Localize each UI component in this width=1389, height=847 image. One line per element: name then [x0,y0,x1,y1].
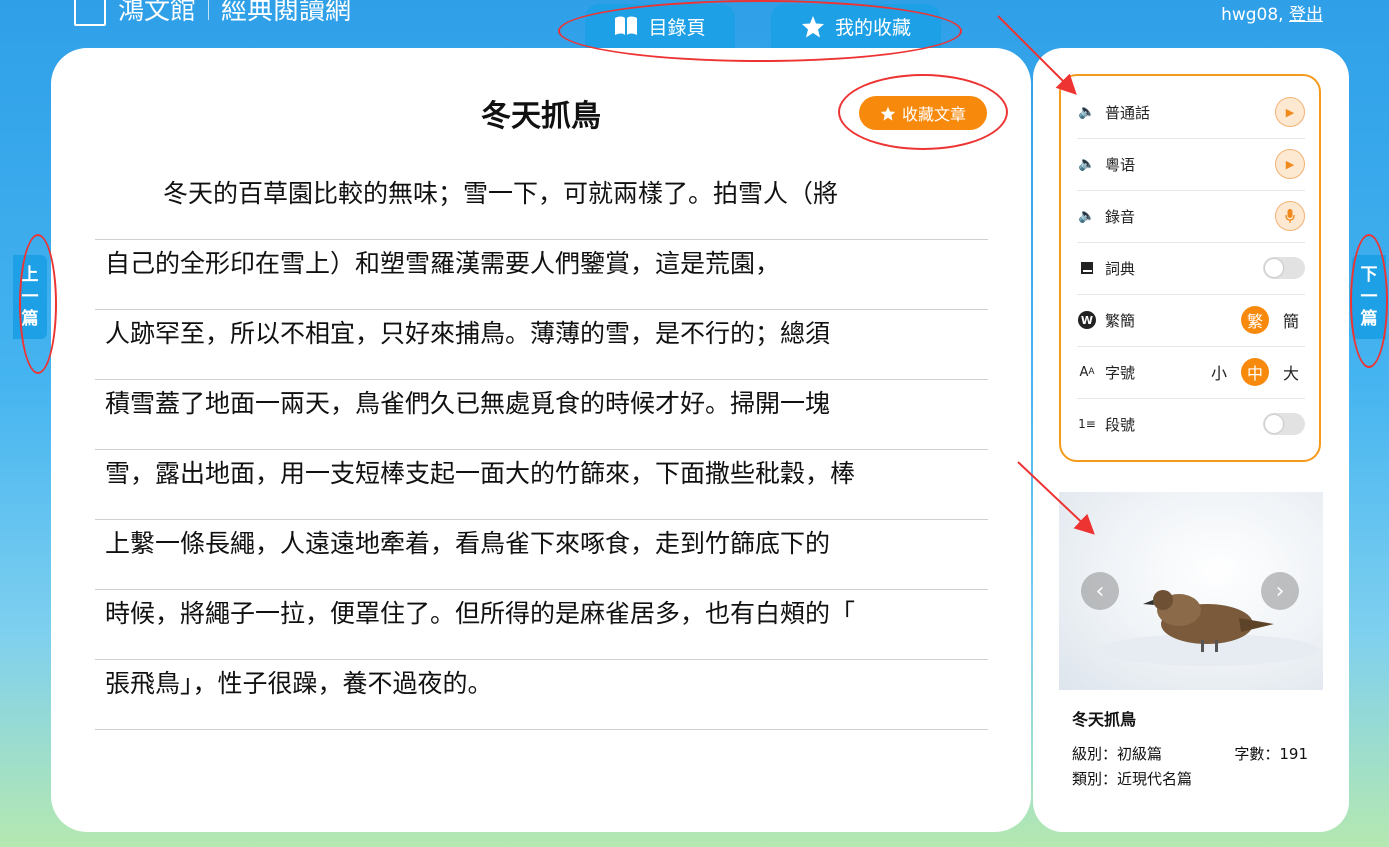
logo-icon [74,0,106,26]
dictionary-label: 詞典 [1105,259,1136,278]
star-icon [880,106,896,121]
cantonese-row: 🔈 粵语 ▶ [1077,138,1305,191]
mandarin-label: 普通話 [1105,103,1151,122]
next-char-3: 篇 [1360,309,1378,329]
toggle-knob [1265,259,1283,277]
traditional-option[interactable]: 繁 [1241,306,1269,334]
dictionary-icon [1077,261,1097,275]
next-char-2: 一 [1360,287,1378,307]
microphone-icon [1285,209,1295,223]
paragraph-number-toggle[interactable] [1263,413,1305,435]
cantonese-play-button[interactable]: ▶ [1275,149,1305,179]
article-line: 上繫一條長繩，人遠遠地牽着，看鳥雀下來啄食，走到竹篩底下的 [95,520,988,590]
next-char-1: 下 [1360,265,1378,285]
next-article-button[interactable]: 下 一 篇 [1352,255,1386,339]
font-size-label: 字號 [1105,363,1136,382]
toggle-knob [1265,415,1283,433]
article-line: 時候，將繩子一拉，便罩住了。但所得的是麻雀居多，也有白頰的「 [95,590,988,660]
article-info: 冬天抓鳥 級別：初級篇 字數：191 類別：近現代名篇 [1072,706,1322,792]
article-line: 人跡罕至，所以不相宜，只好來捕鳥。薄薄的雪，是不行的；總須 [95,310,988,380]
font-size-row: AA 字號 小 中 大 [1077,346,1305,399]
dictionary-row: 詞典 [1077,242,1305,295]
svg-text:W: W [1081,314,1093,327]
info-word-count: 字數：191 [1234,745,1308,763]
speaker-icon: 🔈 [1078,156,1096,172]
prev-char-1: 上 [21,265,39,285]
speaker-icon: 🔈 [1078,104,1096,120]
username: hwg08, [1221,5,1284,25]
favorites-tab-label: 我的收藏 [834,16,911,39]
carousel-prev-button[interactable]: ‹ [1081,572,1119,610]
article-body: 冬天的百草園比較的無味；雪一下，可就兩樣了。拍雪人（將 自己的全形印在雪上）和塑… [95,170,988,730]
recording-label: 錄音 [1105,207,1136,226]
cantonese-label: 粵语 [1105,155,1136,174]
article-card: 冬天抓鳥 收藏文章 冬天的百草園比較的無味；雪一下，可就兩樣了。拍雪人（將 自己… [51,48,1031,832]
contents-tab[interactable]: 目錄頁 [585,4,735,48]
prev-char-2: 一 [21,287,39,307]
collect-article-button[interactable]: 收藏文章 [859,96,987,130]
paragraph-number-label: 段號 [1105,415,1136,434]
book-icon [615,16,638,35]
font-size-small[interactable]: 小 [1205,358,1233,386]
numbered-list-icon: 1≡ [1078,417,1096,431]
brand-tagline: 經典閱讀網 [221,0,352,26]
brand-divider [208,0,210,20]
simplified-option[interactable]: 簡 [1277,306,1305,334]
favorites-tab[interactable]: 我的收藏 [771,4,941,48]
info-level: 級別：初級篇 [1072,745,1163,763]
star-icon [801,15,824,37]
script-label: 繁簡 [1105,311,1136,330]
user-area: hwg08, 登出 [1221,0,1323,25]
speaker-icon: 🔈 [1078,208,1096,224]
brand-name: 鴻文館 [118,0,197,26]
article-line: 積雪蓋了地面一兩天，鳥雀們久已無處覓食的時候才好。掃開一塊 [95,380,988,450]
mandarin-row: 🔈 普通話 ▶ [1077,86,1305,139]
article-line: 張飛鳥」，性子很躁，養不過夜的。 [95,660,988,730]
previous-article-button[interactable]: 上 一 篇 [13,255,47,339]
article-line: 冬天的百草園比較的無味；雪一下，可就兩樣了。拍雪人（將 [95,170,988,240]
info-meta-row: 類別：近現代名篇 [1072,767,1322,792]
info-title: 冬天抓鳥 [1072,710,1137,729]
paragraph-number-row: 1≡ 段號 [1077,398,1305,450]
mandarin-play-button[interactable]: ▶ [1275,97,1305,127]
dictionary-toggle[interactable] [1263,257,1305,279]
prev-char-3: 篇 [21,309,39,329]
logout-link[interactable]: 登出 [1289,5,1323,25]
reading-settings-panel: 🔈 普通話 ▶ 🔈 粵语 ▶ 🔈 錄音 詞典 W 繁簡 繁 簡 A A 字號 小… [1059,74,1321,462]
site-brand: 鴻文館 經典閱讀網 [74,0,351,27]
info-meta-row: 級別：初級篇 字數：191 [1072,742,1322,767]
carousel-next-button[interactable]: › [1261,572,1299,610]
script-row: W 繁簡 繁 簡 [1077,294,1305,347]
font-size-icon: AA [1079,364,1095,380]
article-line: 雪，露出地面，用一支短棒支起一面大的竹篩來，下面撒些秕穀，棒 [95,450,988,520]
article-image-carousel: ‹ › [1059,492,1323,690]
recording-row: 🔈 錄音 [1077,190,1305,243]
font-size-large[interactable]: 大 [1277,358,1305,386]
microphone-button[interactable] [1275,201,1305,231]
info-category: 類別：近現代名篇 [1072,770,1193,788]
script-icon: W [1077,311,1097,329]
collect-article-label: 收藏文章 [901,105,966,124]
article-line: 自己的全形印在雪上）和塑雪羅漢需要人們鑒賞，這是荒園， [95,240,988,310]
contents-tab-label: 目錄頁 [648,16,706,39]
font-size-medium[interactable]: 中 [1241,358,1269,386]
